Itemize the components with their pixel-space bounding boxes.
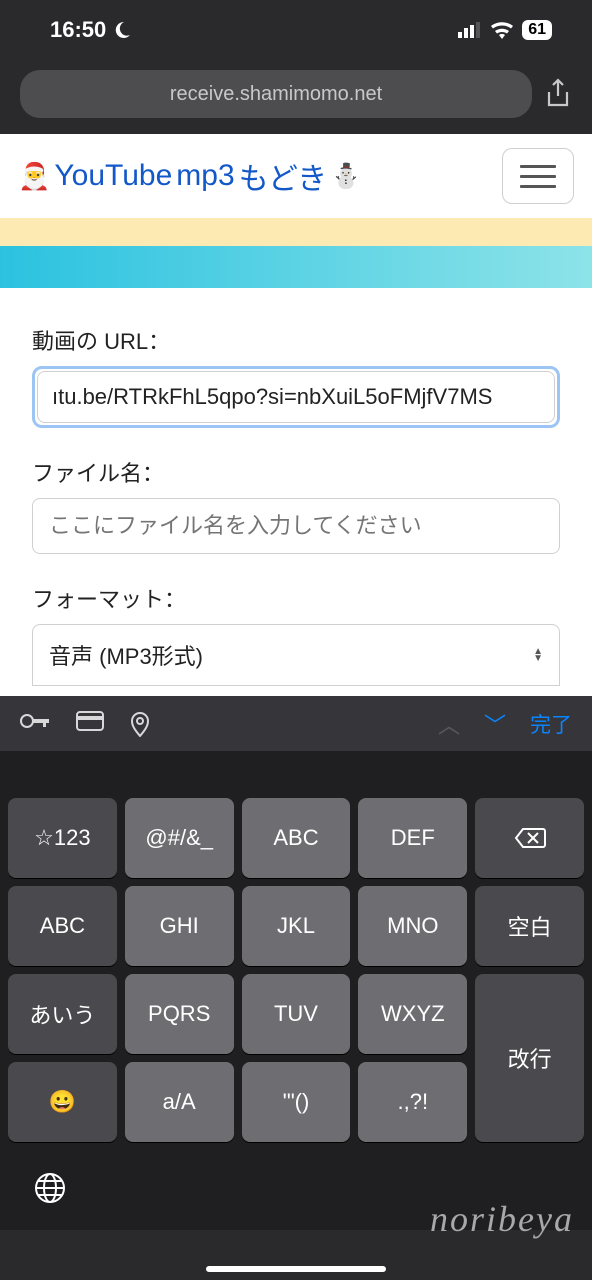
key-def[interactable]: DEF xyxy=(358,798,467,878)
key-paren[interactable]: '"() xyxy=(242,1062,351,1142)
address-bar[interactable]: receive.shamimomo.net xyxy=(20,70,532,118)
site-logo[interactable]: 🎅 YouTube mp3 もどき ⛄ xyxy=(18,154,361,198)
key-at[interactable]: @#/&_ xyxy=(125,798,234,878)
browser-chrome: receive.shamimomo.net xyxy=(0,60,592,134)
menu-button[interactable] xyxy=(502,148,574,204)
key-punct[interactable]: .,?! xyxy=(358,1062,467,1142)
url-input[interactable] xyxy=(37,371,555,423)
filename-input[interactable] xyxy=(32,498,560,554)
url-input-focus-ring xyxy=(32,366,560,428)
page-content: 🎅 YouTube mp3 もどき ⛄ 動画の URL： ファイル名： フォーマ… xyxy=(0,134,592,696)
form: 動画の URL： ファイル名： フォーマット： 音声 (MP3形式) ▲▼ xyxy=(0,288,592,696)
key-emoji[interactable]: 😀 xyxy=(8,1062,117,1142)
watermark: noribeya xyxy=(430,1198,574,1240)
home-indicator[interactable] xyxy=(206,1266,386,1272)
format-select[interactable]: 音声 (MP3形式) ▲▼ xyxy=(32,624,560,686)
notice-strip xyxy=(0,218,592,246)
key-backspace[interactable] xyxy=(475,798,584,878)
key-abc-mode[interactable]: ABC xyxy=(8,886,117,966)
keyboard-done-button[interactable]: 完了 xyxy=(530,709,572,739)
wifi-icon xyxy=(490,21,514,39)
key-kana[interactable]: あいう xyxy=(8,974,117,1054)
url-text: receive.shamimomo.net xyxy=(170,83,382,106)
time-text: 16:50 xyxy=(50,17,106,43)
globe-icon[interactable] xyxy=(34,1172,66,1204)
hero-strip xyxy=(0,246,592,288)
cellular-icon xyxy=(458,22,482,38)
key-case[interactable]: a/A xyxy=(125,1062,234,1142)
key-symbols[interactable]: ☆123 xyxy=(8,798,117,878)
santa-hat-icon: 🎅 xyxy=(18,161,50,192)
key-pqrs[interactable]: PQRS xyxy=(125,974,234,1054)
filename-label: ファイル名： xyxy=(32,456,560,488)
logo-mp3: mp3 xyxy=(176,159,234,193)
location-icon[interactable] xyxy=(130,711,150,737)
key-jkl[interactable]: JKL xyxy=(242,886,351,966)
card-icon[interactable] xyxy=(76,711,104,737)
key-abc1[interactable]: ABC xyxy=(242,798,351,878)
status-bar: 16:50 61 xyxy=(0,0,592,60)
keyboard: ☆123 @#/&_ ABC DEF ABC GHI JKL MNO 空白 あい… xyxy=(0,752,592,1230)
url-label: 動画の URL： xyxy=(32,324,560,356)
key-space[interactable]: 空白 xyxy=(475,886,584,966)
moon-icon xyxy=(112,20,132,40)
password-key-icon[interactable] xyxy=(20,711,50,737)
logo-youtube: YouTube xyxy=(54,159,172,193)
status-icons: 61 xyxy=(458,20,552,40)
status-time: 16:50 xyxy=(50,17,132,43)
format-label: フォーマット： xyxy=(32,582,560,614)
battery-icon: 61 xyxy=(522,20,552,40)
key-mno[interactable]: MNO xyxy=(358,886,467,966)
format-value: 音声 (MP3形式) xyxy=(49,639,203,671)
select-arrows-icon: ▲▼ xyxy=(533,648,543,662)
key-ghi[interactable]: GHI xyxy=(125,886,234,966)
snowman-icon: ⛄ xyxy=(331,162,361,191)
key-enter[interactable]: 改行 xyxy=(475,974,584,1142)
keyboard-toolbar: ︿ ﹀ 完了 xyxy=(0,696,592,752)
logo-modoki: もどき xyxy=(239,154,328,198)
site-header: 🎅 YouTube mp3 もどき ⛄ xyxy=(0,134,592,218)
share-button[interactable] xyxy=(544,78,572,110)
key-wxyz[interactable]: WXYZ xyxy=(358,974,467,1054)
key-tuv[interactable]: TUV xyxy=(242,974,351,1054)
next-field-button[interactable]: ﹀ xyxy=(484,708,506,740)
prev-field-button: ︿ xyxy=(438,708,460,740)
